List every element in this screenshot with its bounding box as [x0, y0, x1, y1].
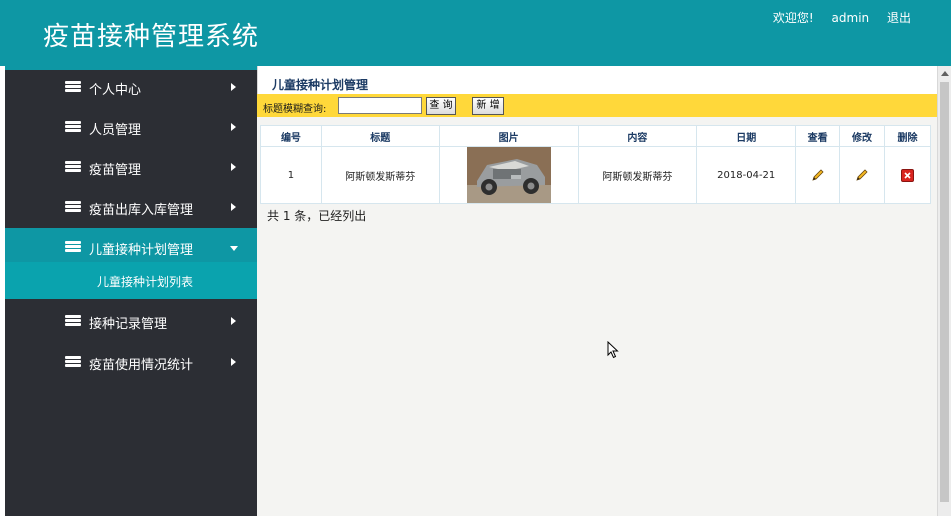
sidebar-item-label: 个人中心	[89, 83, 142, 98]
sidebar-item-label: 人员管理	[89, 123, 142, 138]
stack-icon	[65, 161, 81, 173]
cell-id: 1	[260, 146, 322, 204]
total-count-text: 共 1 条，已经列出	[267, 209, 367, 223]
sidebar-item-staff[interactable]: 人员管理	[5, 108, 257, 148]
stack-icon	[65, 356, 81, 368]
sidebar-item-label: 疫苗使用情况统计	[89, 358, 194, 373]
cell-title: 阿斯顿发斯蒂芬	[320, 146, 440, 204]
pencil-icon[interactable]	[855, 168, 869, 182]
sidebar-item-vaccine-stock[interactable]: 疫苗出库入库管理	[5, 188, 257, 228]
sidebar-item-label: 疫苗出库入库管理	[89, 203, 194, 218]
username-link[interactable]: admin	[832, 11, 870, 25]
add-button[interactable]: 新 增	[472, 97, 504, 115]
column-header-image: 图片	[438, 125, 579, 147]
stack-icon	[65, 81, 81, 93]
cell-date: 2018-04-21	[696, 146, 797, 204]
header-links: 欢迎您! admin 退出	[759, 9, 911, 26]
chevron-right-icon	[231, 123, 236, 131]
sidebar: 个人中心 人员管理 疫苗管理 疫苗出库入库管理 儿童接种计划管理 儿童接种计划列…	[5, 66, 257, 516]
app-title: 疫苗接种管理系统	[43, 22, 260, 52]
header-bar: 疫苗接种管理系统 欢迎您! admin 退出	[0, 0, 951, 66]
stack-icon	[65, 201, 81, 213]
pencil-icon[interactable]	[811, 168, 825, 182]
welcome-text: 欢迎您!	[772, 11, 814, 25]
table-row: 1 阿斯顿发斯蒂芬 阿斯顿发斯蒂芬 2018-04-21	[260, 146, 931, 204]
cell-view	[795, 146, 841, 204]
search-bar: 标题模糊查询: 查 询 新 增	[257, 94, 937, 117]
search-input[interactable]	[338, 97, 422, 114]
sidebar-item-label: 儿童接种计划管理	[89, 243, 194, 258]
chevron-down-icon	[230, 246, 238, 251]
sidebar-item-personal-center[interactable]: 个人中心	[5, 68, 257, 108]
column-header-view: 查看	[795, 125, 841, 147]
logout-link[interactable]: 退出	[887, 11, 911, 25]
column-header-edit: 修改	[839, 125, 885, 147]
chevron-right-icon	[231, 358, 236, 366]
vertical-scrollbar[interactable]	[937, 66, 951, 516]
scroll-thumb[interactable]	[940, 82, 949, 502]
column-header-id: 编号	[260, 125, 322, 147]
stack-icon	[65, 121, 81, 133]
breadcrumb: 儿童接种计划管理	[257, 66, 937, 94]
cell-edit	[839, 146, 885, 204]
cell-image	[438, 146, 579, 204]
column-header-date: 日期	[696, 125, 797, 147]
stack-icon	[65, 315, 81, 327]
chevron-right-icon	[231, 163, 236, 171]
column-header-title: 标题	[320, 125, 440, 147]
mouse-cursor-icon	[607, 341, 619, 359]
stack-icon	[65, 241, 81, 253]
main-content: 儿童接种计划管理 标题模糊查询: 查 询 新 增 编号 标题 图片 内容 日期 …	[257, 66, 937, 516]
chevron-right-icon	[231, 203, 236, 211]
search-label: 标题模糊查询:	[263, 104, 327, 115]
sidebar-subitem-label: 儿童接种计划列表	[97, 275, 194, 289]
sidebar-item-vaccination-records[interactable]: 接种记录管理	[5, 302, 257, 342]
data-table: 编号 标题 图片 内容 日期 查看 修改 删除 1 阿斯顿发斯蒂芬 阿斯顿发斯蒂…	[260, 125, 931, 204]
delete-x-icon[interactable]	[901, 168, 914, 182]
column-header-delete: 删除	[884, 125, 931, 147]
cell-delete	[884, 146, 931, 204]
sidebar-item-label: 接种记录管理	[89, 317, 168, 332]
scroll-up-arrow-icon[interactable]	[941, 71, 949, 76]
column-header-content: 内容	[577, 125, 698, 147]
sidebar-item-label: 疫苗管理	[89, 163, 142, 178]
page-title: 儿童接种计划管理	[272, 78, 369, 92]
sidebar-item-usage-stats[interactable]: 疫苗使用情况统计	[5, 343, 257, 383]
chevron-right-icon	[231, 317, 236, 325]
car-thumbnail-image	[466, 147, 551, 203]
chevron-right-icon	[231, 83, 236, 91]
table-header-row: 编号 标题 图片 内容 日期 查看 修改 删除	[260, 125, 931, 147]
sidebar-subitem-child-plan-list[interactable]: 儿童接种计划列表	[5, 262, 257, 299]
query-button[interactable]: 查 询	[426, 97, 456, 115]
sidebar-item-vaccine[interactable]: 疫苗管理	[5, 148, 257, 188]
cell-content: 阿斯顿发斯蒂芬	[577, 146, 698, 204]
